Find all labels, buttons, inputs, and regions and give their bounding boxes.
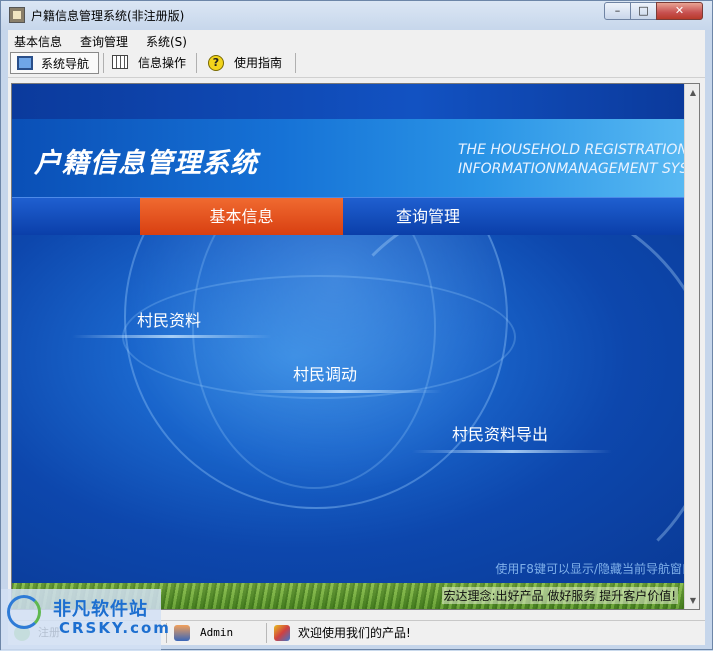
watermark-en: CRSKY.com — [59, 619, 171, 637]
banner-top-strip — [12, 84, 684, 119]
scroll-up-icon[interactable]: ▲ — [685, 84, 699, 101]
link-glow — [72, 335, 272, 338]
company-slogan: 宏达理念:出好产品 做好服务 提升客户价值! — [441, 587, 678, 604]
banner-title-en-line2: INFORMATIONMANAGEMENT SYSTEM — [458, 161, 700, 177]
minimize-button[interactable]: – — [604, 2, 631, 20]
toolbar-system-nav-button[interactable]: 系统导航 — [10, 52, 99, 74]
link-glow — [412, 450, 612, 453]
toolbar-guide-button[interactable]: ? 使用指南 — [204, 52, 290, 74]
client-area: 基本信息 查询管理 系统(S) 系统导航 信息操作 ? 使用指南 户籍信息管理系… — [8, 30, 705, 645]
menu-basic-info[interactable]: 基本信息 — [14, 33, 62, 50]
grid-icon — [112, 55, 128, 69]
title-bar[interactable]: 户籍信息管理系统(非注册版) – □ ✕ — [1, 1, 712, 29]
banner-title-en: THE HOUSEHOLD REGISTRATION INFORMATIONMA… — [458, 141, 700, 179]
monitor-icon — [17, 56, 33, 70]
toolbar-info-op-label: 信息操作 — [138, 56, 187, 70]
nav-bar: 基本信息 查询管理 — [12, 197, 684, 236]
toolbar-system-nav-label: 系统导航 — [41, 57, 90, 71]
decorative-arc — [312, 235, 684, 583]
app-window: 户籍信息管理系统(非注册版) – □ ✕ 基本信息 查询管理 系统(S) 系统导… — [0, 0, 713, 651]
menu-system[interactable]: 系统(S) — [146, 33, 187, 50]
window-title: 户籍信息管理系统(非注册版) — [31, 9, 185, 23]
app-icon[interactable] — [9, 7, 25, 23]
toolbar: 系统导航 信息操作 ? 使用指南 — [8, 50, 705, 78]
navigation-view: 户籍信息管理系统 THE HOUSEHOLD REGISTRATION INFO… — [11, 83, 700, 610]
link-villager-data[interactable]: 村民资料 — [137, 307, 201, 331]
toolbar-guide-label: 使用指南 — [234, 56, 283, 70]
vertical-scrollbar[interactable]: ▲ ▼ — [684, 84, 699, 609]
toolbar-separator — [103, 53, 104, 73]
menu-query[interactable]: 查询管理 — [80, 33, 128, 50]
banner-title-cn: 户籍信息管理系统 — [34, 148, 258, 179]
nav-tab-basic-info[interactable]: 基本信息 — [140, 198, 343, 236]
user-icon — [174, 625, 190, 641]
banner-header: 户籍信息管理系统 THE HOUSEHOLD REGISTRATION INFO… — [12, 119, 699, 197]
toolbar-separator — [295, 53, 296, 73]
maximize-button[interactable]: □ — [630, 2, 657, 20]
watermark-logo-icon — [7, 595, 41, 629]
toolbar-info-op-button[interactable]: 信息操作 — [108, 52, 192, 74]
status-user: Admin — [200, 626, 234, 639]
product-icon — [274, 625, 290, 641]
link-glow — [242, 390, 442, 393]
f8-hint: 使用F8键可以显示/隐藏当前导航窗口 — [495, 562, 684, 576]
banner-title-en-line1: THE HOUSEHOLD REGISTRATION — [458, 142, 688, 158]
toolbar-separator — [196, 53, 197, 73]
watermark-cn: 非凡软件站 — [53, 599, 148, 620]
status-divider — [266, 623, 267, 643]
scroll-down-icon[interactable]: ▼ — [685, 592, 699, 609]
nav-body: 村民资料 村民调动 村民资料导出 使用F8键可以显示/隐藏当前导航窗口 — [12, 235, 684, 583]
menu-bar: 基本信息 查询管理 系统(S) — [8, 30, 705, 50]
close-button[interactable]: ✕ — [656, 2, 703, 20]
help-icon: ? — [208, 55, 224, 71]
nav-tab-query[interactable]: 查询管理 — [343, 198, 513, 236]
status-welcome: 欢迎使用我们的产品! — [298, 626, 411, 640]
watermark: 非凡软件站 CRSKY.com — [1, 589, 169, 651]
link-villager-export[interactable]: 村民资料导出 — [452, 421, 548, 445]
link-villager-transfer[interactable]: 村民调动 — [293, 361, 357, 385]
